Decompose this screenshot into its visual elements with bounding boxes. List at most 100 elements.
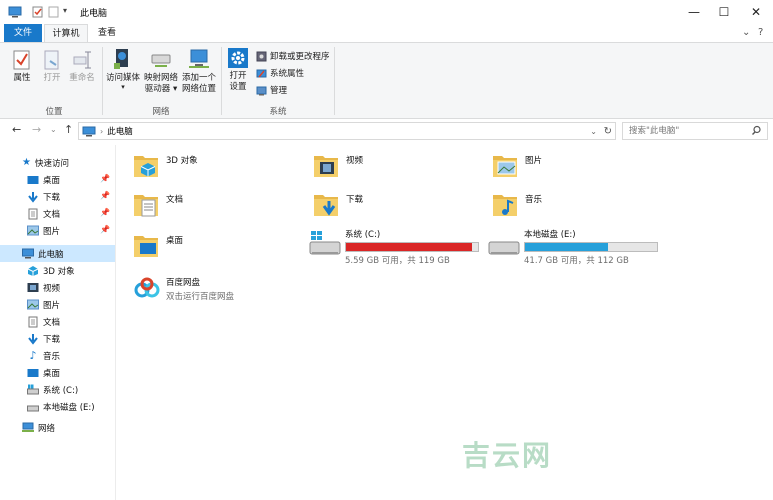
drive-e[interactable]: 本地磁盘 (E:) 41.7 GB 可用，共 112 GB xyxy=(487,228,658,266)
desktop-icon xyxy=(27,368,39,377)
music-note-icon: ♪ xyxy=(29,349,37,362)
pin-icon[interactable]: 📌 xyxy=(100,225,110,234)
search-input[interactable]: 搜索"此电脑" xyxy=(622,122,768,140)
video-icon xyxy=(27,283,39,292)
folder-downloads[interactable]: 下载 xyxy=(312,189,363,219)
folder-music[interactable]: 音乐 xyxy=(491,189,542,219)
hard-drive-icon xyxy=(27,405,39,411)
access-media-dropdown-icon: ▾ xyxy=(121,83,125,91)
drive-e-usage-bar xyxy=(524,242,658,252)
group-label-system: 系统 xyxy=(269,107,287,117)
network-icon xyxy=(22,422,34,432)
drive-e-usage-fill xyxy=(525,243,608,251)
ribbon-separator xyxy=(334,47,335,115)
desktop-icon xyxy=(27,175,39,184)
uninstall-program-button[interactable]: 卸载或更改程序 xyxy=(256,50,330,62)
pictures-icon xyxy=(27,299,39,310)
properties-button[interactable]: 属性 xyxy=(8,49,36,84)
access-media-button[interactable]: 访问媒体 ▾ xyxy=(105,47,141,91)
sidebar-item-quick-access[interactable]: ★ 快速访问 xyxy=(0,154,115,171)
quick-access-dropdown-icon[interactable]: ▾ xyxy=(63,6,67,18)
open-settings-button[interactable]: 打开 设置 xyxy=(224,47,252,93)
folder-3d-objects[interactable]: 3D 对象 xyxy=(132,150,198,180)
tab-file[interactable]: 文件 xyxy=(4,24,42,42)
sidebar-item-downloads-pc[interactable]: 下载 xyxy=(0,330,115,347)
folder-desktop[interactable]: 桌面 xyxy=(132,230,183,260)
add-network-location-button[interactable]: 添加一个 网络位置 xyxy=(180,47,218,95)
settings-gear-icon xyxy=(228,48,248,68)
downloads-folder-icon xyxy=(314,195,338,216)
pin-icon[interactable]: 📌 xyxy=(100,191,110,200)
rename-icon xyxy=(73,51,91,69)
baidu-netdisk-icon xyxy=(134,277,160,298)
sidebar-item-network[interactable]: 网络 xyxy=(0,419,115,436)
new-folder-quick-icon[interactable] xyxy=(48,6,60,18)
rename-button[interactable]: 重命名 xyxy=(66,49,98,84)
sidebar-item-drive-e[interactable]: 本地磁盘 (E:) xyxy=(0,398,115,415)
sidebar-item-3d-objects[interactable]: 3D 对象 xyxy=(0,262,115,279)
pin-icon[interactable]: 📌 xyxy=(100,174,110,183)
folder-documents[interactable]: 文档 xyxy=(132,189,183,219)
back-arrow-icon[interactable]: ← xyxy=(12,123,21,136)
system-drive-icon xyxy=(27,384,39,395)
sidebar-item-pictures-pc[interactable]: 图片 xyxy=(0,296,115,313)
close-icon: ✕ xyxy=(750,5,762,19)
pictures-icon xyxy=(27,225,39,236)
ribbon-collapse-icon[interactable]: ⌄ xyxy=(742,27,750,38)
computer-icon xyxy=(22,248,34,259)
window-title: 此电脑 xyxy=(80,9,108,19)
tab-computer[interactable]: 计算机 xyxy=(44,24,88,42)
forward-arrow-icon[interactable]: → xyxy=(32,123,41,136)
watermark: 吉云网 xyxy=(462,439,553,472)
up-arrow-icon[interactable]: ↑ xyxy=(64,123,73,136)
sidebar-item-desktop[interactable]: 桌面 📌 xyxy=(0,171,115,188)
system-properties-button[interactable]: 系统属性 xyxy=(256,67,304,79)
minimize-button[interactable]: — xyxy=(677,0,711,24)
sidebar-item-drive-c[interactable]: 系统 (C:) xyxy=(0,381,115,398)
recent-locations-chevron-icon[interactable]: ⌄ xyxy=(50,125,57,134)
download-arrow-icon xyxy=(28,191,38,203)
sidebar-item-desktop-pc[interactable]: 桌面 xyxy=(0,364,115,381)
close-button[interactable]: ✕ xyxy=(739,0,773,24)
tab-view[interactable]: 查看 xyxy=(92,24,122,42)
ribbon-separator xyxy=(221,47,222,115)
system-properties-icon xyxy=(256,69,267,77)
breadcrumb[interactable]: 此电脑 xyxy=(107,125,133,137)
minimize-icon: — xyxy=(688,5,700,19)
folder-pictures[interactable]: 图片 xyxy=(491,150,542,180)
network-drive-icon xyxy=(151,54,171,67)
sidebar-item-videos[interactable]: 视频 xyxy=(0,279,115,296)
3d-objects-folder-icon xyxy=(134,156,158,177)
drive-c[interactable]: 系统 (C:) 5.59 GB 可用，共 119 GB xyxy=(308,228,479,266)
folder-videos[interactable]: 视频 xyxy=(312,150,363,180)
drive-c-detail: 5.59 GB 可用，共 119 GB xyxy=(345,256,450,266)
sidebar-item-music[interactable]: ♪ 音乐 xyxy=(0,347,115,364)
sidebar-item-downloads[interactable]: 下载 📌 xyxy=(0,188,115,205)
drive-c-usage-fill xyxy=(346,243,472,251)
pin-icon[interactable]: 📌 xyxy=(100,208,110,217)
address-dropdown-icon[interactable]: ⌄ xyxy=(590,127,597,136)
maximize-button[interactable]: ☐ xyxy=(707,0,741,24)
drive-c-label: 系统 (C:) xyxy=(345,230,381,240)
manage-button[interactable]: 管理 xyxy=(256,84,287,96)
app-baidu-netdisk[interactable]: 百度网盘 双击运行百度网盘 xyxy=(132,276,234,302)
drive-e-detail: 41.7 GB 可用，共 112 GB xyxy=(524,256,629,266)
3d-objects-icon xyxy=(27,265,39,276)
uninstall-icon xyxy=(256,51,267,61)
sidebar-item-this-pc[interactable]: 此电脑 xyxy=(0,245,115,262)
sidebar-item-documents[interactable]: 文档 📌 xyxy=(0,205,115,222)
sidebar-item-pictures[interactable]: 图片 📌 xyxy=(0,222,115,239)
refresh-icon[interactable]: ↻ xyxy=(604,126,612,137)
group-label-location: 位置 xyxy=(45,107,63,117)
help-icon[interactable]: ? xyxy=(758,27,763,38)
computer-icon xyxy=(8,6,22,18)
breadcrumb-chevron-icon[interactable]: › xyxy=(100,127,103,136)
music-folder-icon xyxy=(493,195,517,216)
open-button[interactable]: 打开 xyxy=(38,49,66,84)
address-bar[interactable]: › 此电脑 ⌄ ↻ xyxy=(78,122,616,140)
sidebar-item-documents-pc[interactable]: 文档 xyxy=(0,313,115,330)
properties-quick-icon[interactable] xyxy=(32,6,44,18)
star-icon: ★ xyxy=(22,157,31,168)
search-placeholder: 搜索"此电脑" xyxy=(629,126,680,136)
map-network-drive-button[interactable]: 映射网络 驱动器 ▾ xyxy=(142,47,180,95)
